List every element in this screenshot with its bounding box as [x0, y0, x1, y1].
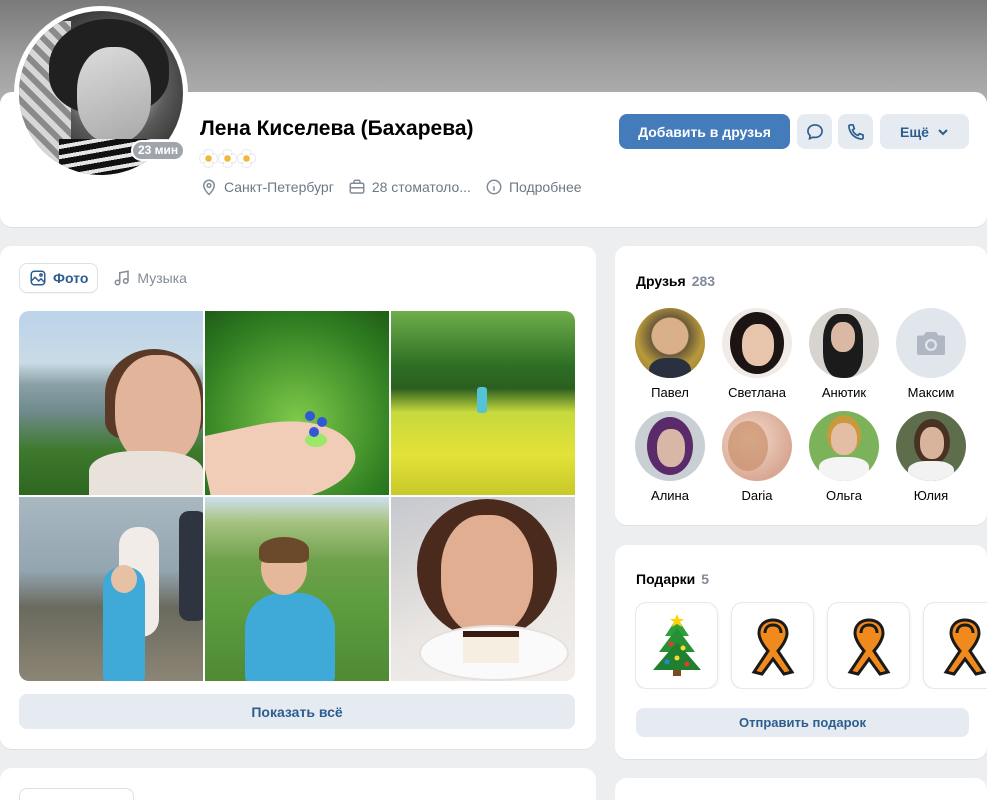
message-button[interactable]	[797, 114, 832, 149]
details-text: Подробнее	[508, 179, 582, 195]
friend-item[interactable]: Анютик	[809, 308, 879, 400]
photo-thumbnail[interactable]	[19, 311, 203, 495]
work-text: 28 стоматоло...	[371, 179, 471, 195]
friend-name: Daria	[741, 488, 773, 503]
gift-item[interactable]	[923, 602, 987, 689]
daisy-icon	[238, 150, 255, 167]
info-icon	[486, 179, 502, 195]
photo-thumbnail[interactable]	[391, 311, 575, 495]
avatar	[635, 308, 705, 378]
more-button[interactable]: Ещё	[880, 114, 969, 149]
friends-card: Друзья 283 Павел Светлана Анютик Максим А…	[615, 246, 987, 525]
st-george-ribbon-icon	[751, 617, 794, 676]
location-pin-icon	[202, 179, 216, 196]
avatar	[635, 411, 705, 481]
status-emoji	[200, 150, 255, 167]
daisy-icon	[200, 150, 217, 167]
tab-music[interactable]: Музыка	[104, 263, 196, 293]
briefcase-icon	[349, 179, 365, 194]
st-george-ribbon-icon	[943, 617, 986, 676]
friends-grid: Павел Светлана Анютик Максим Алина Daria…	[635, 308, 966, 503]
avatar	[722, 411, 792, 481]
camera-icon	[917, 332, 945, 355]
tab-photos-label: Фото	[53, 270, 89, 286]
gift-item[interactable]	[635, 602, 718, 689]
image-icon	[30, 270, 46, 286]
tab-photos[interactable]: Фото	[19, 263, 99, 293]
call-button[interactable]	[838, 114, 873, 149]
avatar	[809, 308, 879, 378]
location-text: Санкт-Петербург	[224, 179, 334, 195]
message-bubble-icon	[806, 123, 823, 140]
gift-item[interactable]	[827, 602, 910, 689]
friend-item[interactable]: Ольга	[809, 411, 879, 503]
online-status-badge: 23 мин	[131, 140, 186, 161]
gifts-title-text: Подарки	[636, 571, 696, 587]
add-friend-button[interactable]: Добавить в друзья	[619, 114, 790, 149]
media-tabs: Фото Музыка	[19, 263, 196, 293]
friends-count: 283	[691, 273, 716, 289]
location-item[interactable]: Санкт-Петербург	[200, 178, 334, 196]
friend-name: Юлия	[913, 488, 949, 503]
friend-item[interactable]: Алина	[635, 411, 705, 503]
friend-name: Павел	[651, 385, 689, 400]
friend-name: Алина	[651, 488, 689, 503]
tab-music-label: Музыка	[137, 270, 187, 286]
photo-thumbnail[interactable]	[391, 497, 575, 681]
gifts-title[interactable]: Подарки 5	[636, 571, 709, 587]
friend-name: Анютик	[821, 385, 867, 400]
wall-tab[interactable]	[19, 788, 134, 800]
photo-thumbnail[interactable]	[205, 311, 389, 495]
sidebar-card	[615, 778, 987, 800]
music-note-icon	[114, 270, 130, 286]
friend-name: Светлана	[728, 385, 786, 400]
friend-name: Ольга	[825, 488, 862, 503]
gifts-row	[635, 602, 987, 689]
gifts-card: Подарки 5 Отправить подарок	[615, 545, 987, 759]
gift-item[interactable]	[731, 602, 814, 689]
friend-item[interactable]: Daria	[722, 411, 792, 503]
avatar	[722, 308, 792, 378]
friend-item[interactable]: Максим	[896, 308, 966, 400]
work-item[interactable]: 28 стоматоло...	[348, 178, 471, 196]
friend-item[interactable]: Светлана	[722, 308, 792, 400]
friend-name: Максим	[907, 385, 955, 400]
profile-meta: Санкт-Петербург 28 стоматоло... Подробне…	[200, 178, 596, 196]
daisy-icon	[219, 150, 236, 167]
avatar	[809, 411, 879, 481]
show-all-photos-button[interactable]: Показать всё	[19, 694, 575, 729]
avatar	[896, 308, 966, 378]
photos-card: Фото Музыка Показать всё	[0, 246, 596, 749]
photo-thumbnail[interactable]	[19, 497, 203, 681]
friend-item[interactable]: Юлия	[896, 411, 966, 503]
phone-icon	[847, 123, 864, 140]
more-label: Ещё	[900, 123, 929, 140]
chevron-down-icon	[938, 128, 948, 135]
details-link[interactable]: Подробнее	[485, 178, 582, 196]
friend-item[interactable]: Павел	[635, 308, 705, 400]
st-george-ribbon-icon	[847, 617, 890, 676]
wall-card	[0, 768, 596, 800]
photo-grid	[19, 311, 575, 681]
profile-name: Лена Киселева (Бахарева)	[200, 117, 474, 140]
photo-thumbnail[interactable]	[205, 497, 389, 681]
friends-title[interactable]: Друзья 283	[636, 273, 715, 289]
gifts-count: 5	[701, 571, 710, 587]
send-gift-button[interactable]: Отправить подарок	[636, 708, 969, 737]
christmas-tree-icon	[652, 613, 701, 676]
avatar	[896, 411, 966, 481]
friends-title-text: Друзья	[636, 273, 686, 289]
